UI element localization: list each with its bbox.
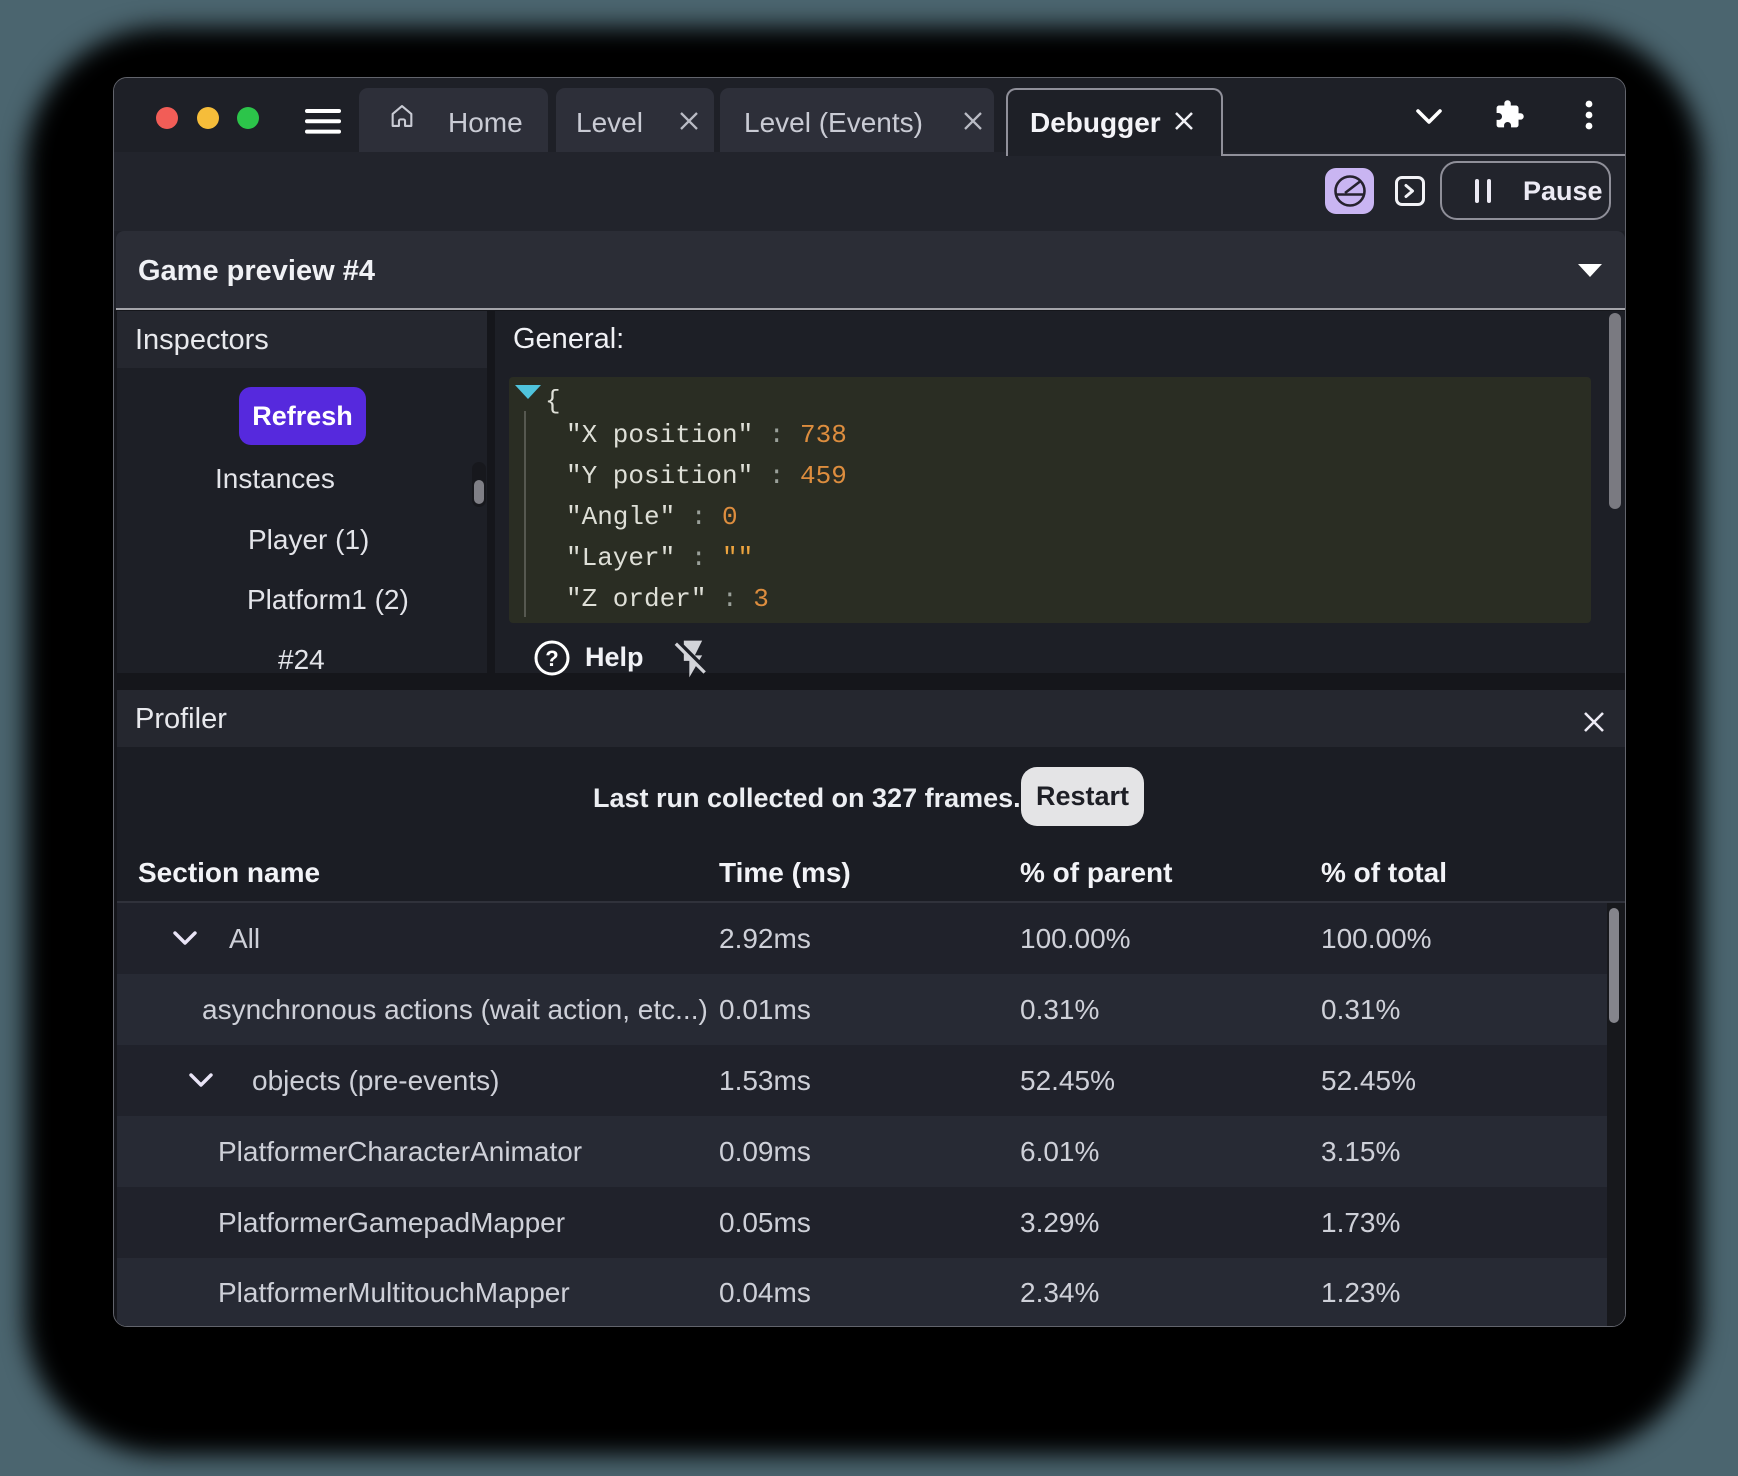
- svg-text:?: ?: [545, 646, 558, 671]
